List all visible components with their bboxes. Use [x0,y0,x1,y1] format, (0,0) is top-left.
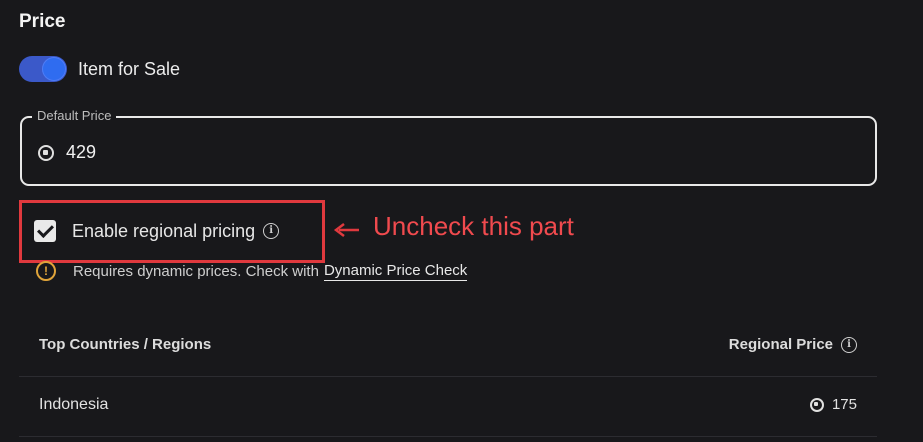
table-divider [19,436,877,437]
robux-icon [38,144,54,161]
regional-price: 175 [809,396,857,413]
column-header-regional-price: Regional Price i [729,336,857,353]
country-name: Indonesia [39,396,109,413]
info-icon[interactable]: i [263,223,280,239]
default-price-input[interactable]: 429 [66,142,96,163]
default-price-field[interactable]: Default Price 429 [20,108,877,186]
enable-regional-pricing-label[interactable]: Enable regional pricing [72,221,255,242]
enable-regional-pricing-checkbox[interactable] [34,220,56,242]
warning-text: Requires dynamic prices. Check with [73,262,319,280]
column-header-regional-price-label: Regional Price [728,336,833,353]
dynamic-price-check-link[interactable]: Dynamic Price Check [323,262,468,281]
regional-price-value: 175 [831,396,857,413]
annotation-arrow-icon [333,223,359,237]
dynamic-price-warning: ! Requires dynamic prices. Check with Dy… [36,261,468,281]
item-for-sale-label: Item for Sale [78,58,181,79]
section-title: Price [19,11,66,32]
toggle-knob [42,57,66,81]
annotation-text: Uncheck this part [373,211,574,241]
item-for-sale-toggle[interactable] [19,56,67,82]
regional-pricing-row: Enable regional pricing i [34,220,280,242]
table-divider [19,376,877,377]
item-for-sale-row: Item for Sale [19,56,180,82]
robux-icon [809,397,824,412]
price-settings-panel: Price Item for Sale Default Price 429 En… [0,0,923,442]
column-header-countries: Top Countries / Regions [39,336,212,353]
default-price-label: Default Price [32,108,117,123]
default-price-value-row: 429 [38,142,96,163]
warning-icon: ! [36,261,56,281]
info-icon[interactable]: i [841,336,857,353]
